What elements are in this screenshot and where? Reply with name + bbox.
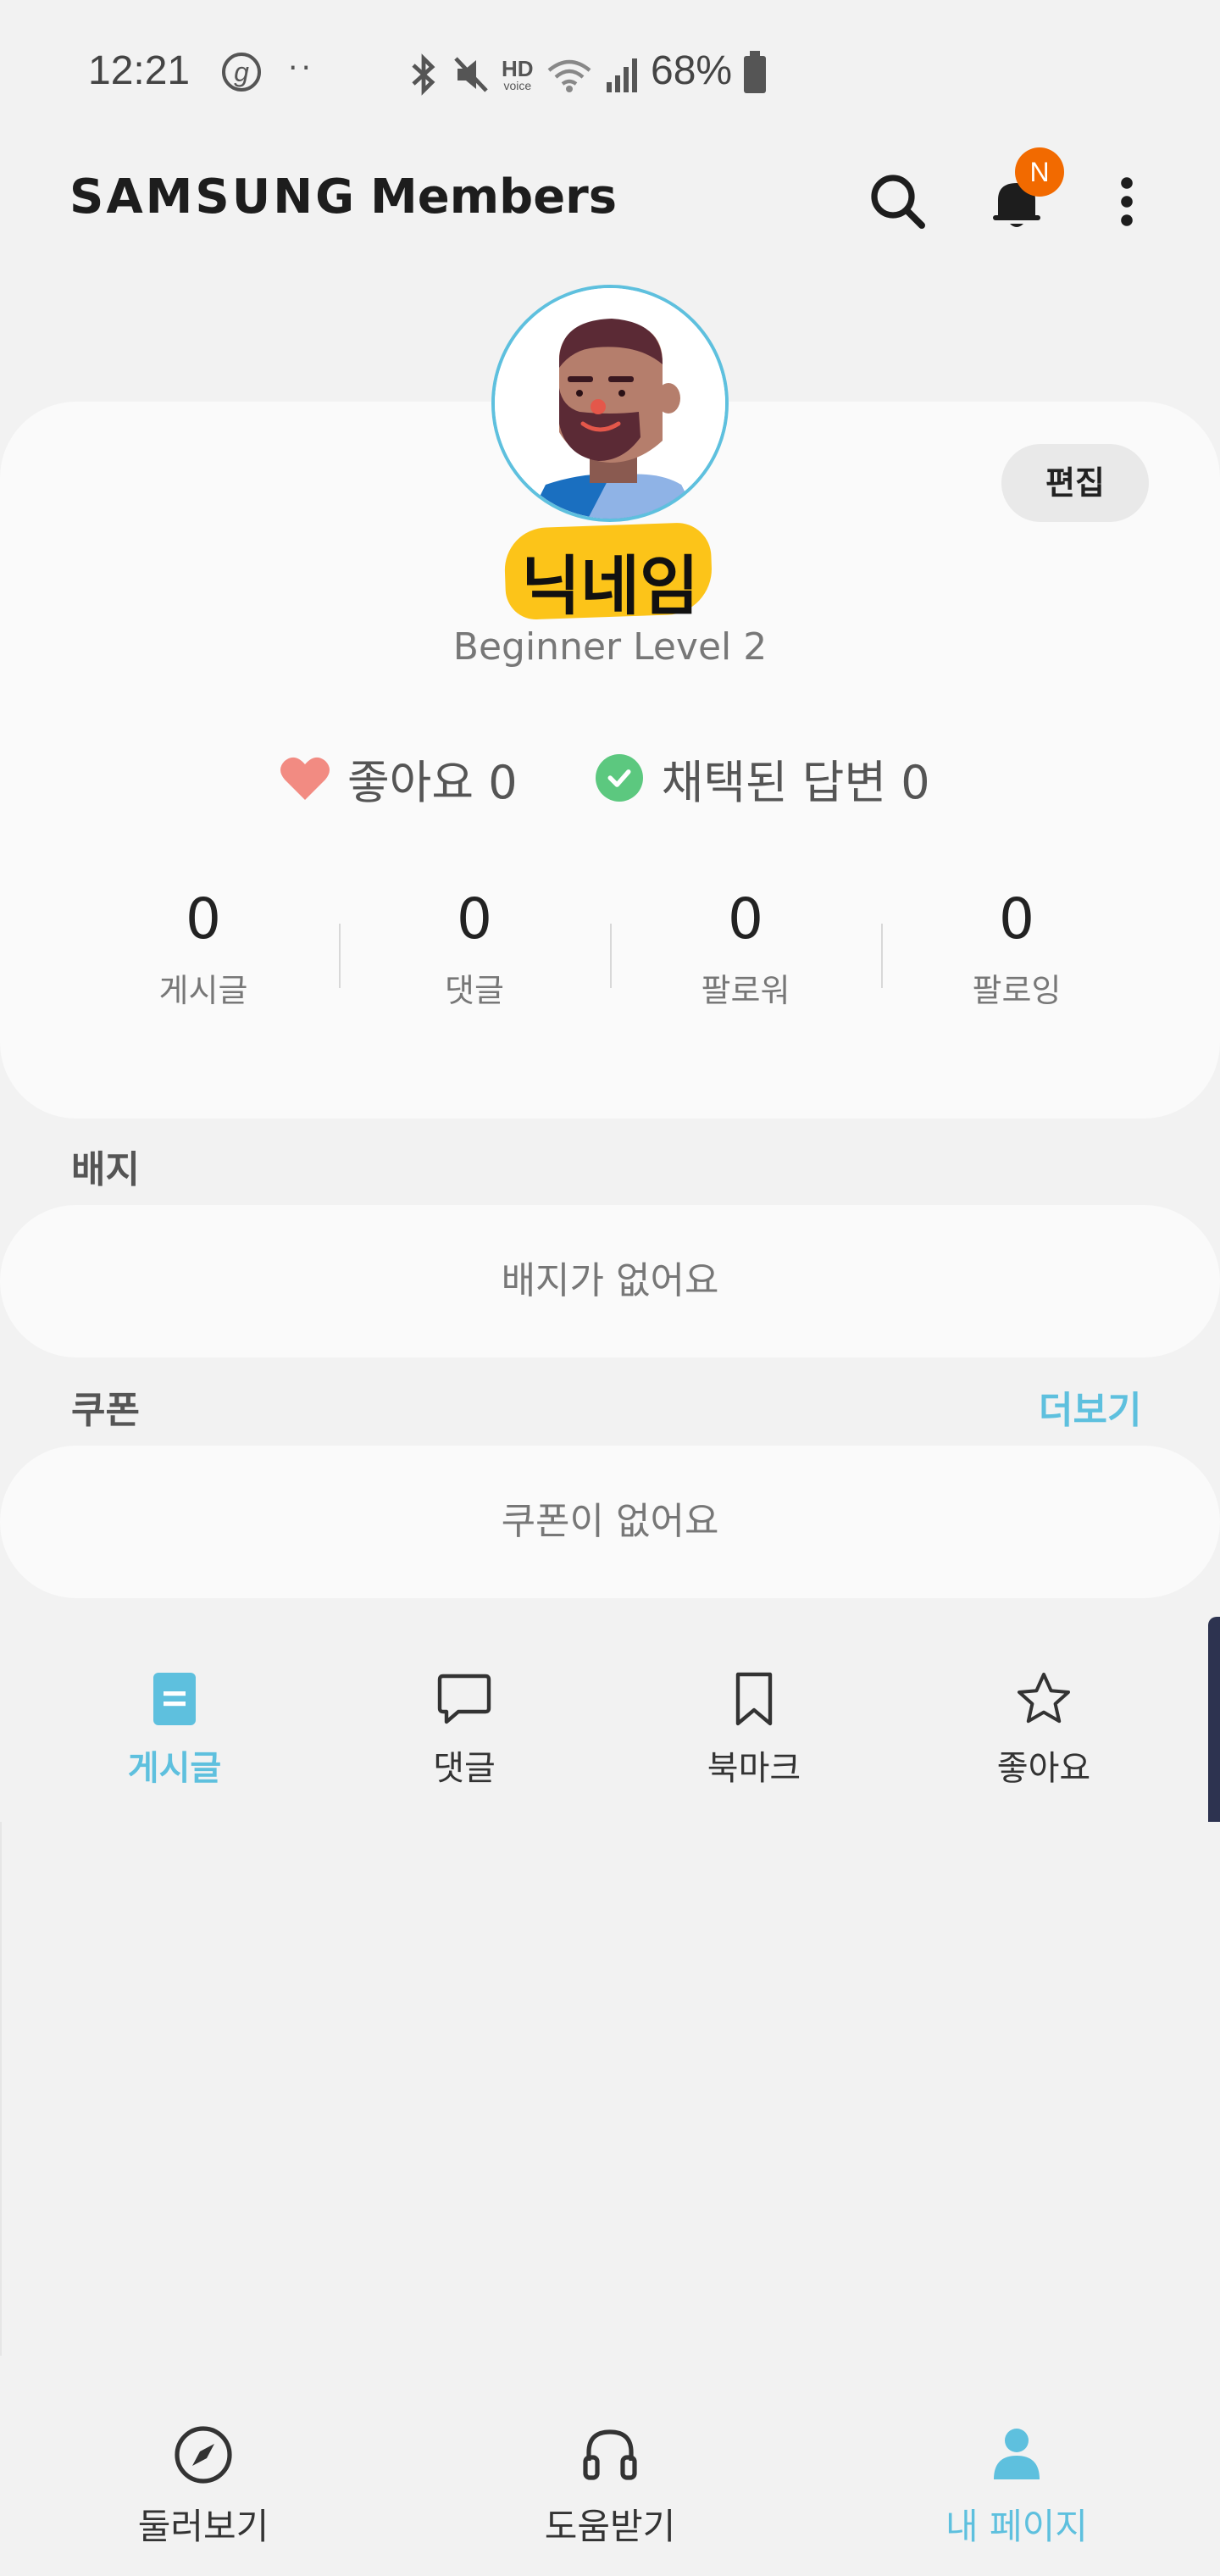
coupons-title: 쿠폰 <box>71 1389 140 1432</box>
badges-title: 배지 <box>71 1148 140 1191</box>
count-label: 팔로잉 <box>972 972 1062 1009</box>
more-vertical-icon <box>1121 177 1133 226</box>
bookmark-icon <box>735 1672 773 1726</box>
notification-dots-icon: ·· <box>288 51 314 86</box>
tab-label: 댓글 <box>433 1749 496 1788</box>
accepted-answers-count: 채택된 답변 0 <box>661 755 930 809</box>
wifi-icon <box>547 59 591 92</box>
comments-count[interactable]: 0 댓글 <box>339 881 610 1025</box>
member-level: Beginner Level 2 <box>452 625 768 669</box>
notification-badge: N <box>1015 147 1064 197</box>
coupons-more-link[interactable]: 더보기 <box>1039 1380 1141 1434</box>
likes-count: 좋아요 0 <box>347 755 518 809</box>
nav-my-page[interactable]: 내 페이지 <box>890 2390 1144 2550</box>
brand-name: SAMSUNG <box>69 169 358 225</box>
tab-likes[interactable]: 좋아요 <box>959 1669 1128 1790</box>
hd-label: HD <box>502 56 534 81</box>
nav-label: 내 페이지 <box>946 2506 1088 2547</box>
nav-explore[interactable]: 둘러보기 <box>76 2390 330 2550</box>
badges-empty-card: 배지가 없어요 <box>0 1205 1220 1357</box>
following-count[interactable]: 0 팔로잉 <box>881 881 1152 1025</box>
posts-count[interactable]: 0 게시글 <box>68 881 339 1025</box>
more-options-button[interactable] <box>1101 168 1152 236</box>
tab-label: 게시글 <box>127 1749 222 1788</box>
nav-label: 도움받기 <box>544 2506 676 2547</box>
product-name: Members <box>370 169 618 225</box>
search-icon <box>871 175 925 229</box>
nav-get-help[interactable]: 도움받기 <box>483 2390 737 2550</box>
activity-tabs: 게시글 댓글 북마크 좋아요 <box>0 1652 1220 1796</box>
tab-bookmarks[interactable]: 북마크 <box>669 1669 839 1790</box>
coupons-empty-card: 쿠폰이 없어요 <box>0 1446 1220 1598</box>
bottom-navigation: 둘러보기 도움받기 내 페이지 <box>0 2390 1220 2576</box>
app-logo: SAMSUNG Members <box>69 169 617 225</box>
avatar-illustration <box>495 288 725 519</box>
bluetooth-icon <box>412 53 435 96</box>
tab-comments[interactable]: 댓글 <box>380 1669 549 1790</box>
star-icon <box>1018 1673 1070 1724</box>
voice-label: voice <box>503 79 532 92</box>
nickname: 닉네임 <box>521 548 699 624</box>
heart-icon <box>280 757 330 800</box>
count-value: 0 <box>186 886 221 952</box>
search-button[interactable] <box>864 168 932 236</box>
check-circle-icon <box>595 754 643 802</box>
edit-profile-button[interactable]: 편집 <box>1001 444 1149 522</box>
status-bar: 12:21 g ·· HD voice 68% <box>0 0 1220 144</box>
headset-icon <box>583 2429 637 2480</box>
hd-voice-icon: HD voice <box>502 58 534 92</box>
followers-count[interactable]: 0 팔로워 <box>610 881 881 1025</box>
tab-label: 북마크 <box>707 1749 801 1788</box>
tab-label: 좋아요 <box>996 1749 1091 1788</box>
avatar[interactable] <box>491 285 729 522</box>
signal-icon <box>606 58 637 92</box>
tab-posts[interactable]: 게시글 <box>90 1669 259 1790</box>
status-icons: HD voice <box>407 51 639 98</box>
reputation-row: 좋아요 0 채택된 답변 0 <box>280 744 930 812</box>
count-value: 0 <box>999 886 1034 952</box>
status-time: 12:21 <box>88 48 191 93</box>
g-app-icon: g <box>222 53 261 92</box>
battery-icon <box>744 51 766 93</box>
count-label: 댓글 <box>445 972 504 1009</box>
person-icon <box>994 2429 1040 2479</box>
battery-percentage: 68% <box>651 48 733 93</box>
count-value: 0 <box>457 886 492 952</box>
comment-icon <box>437 1674 491 1724</box>
activity-counts: 0 게시글 0 댓글 0 팔로워 0 팔로잉 <box>68 881 1152 1025</box>
count-value: 0 <box>728 886 763 952</box>
document-icon <box>153 1673 196 1725</box>
tab-content-area <box>0 1822 1220 2356</box>
nav-label: 둘러보기 <box>137 2506 269 2547</box>
compass-icon <box>175 2426 232 2484</box>
count-label: 게시글 <box>158 972 248 1009</box>
mute-icon <box>454 57 488 92</box>
count-label: 팔로워 <box>701 972 790 1009</box>
